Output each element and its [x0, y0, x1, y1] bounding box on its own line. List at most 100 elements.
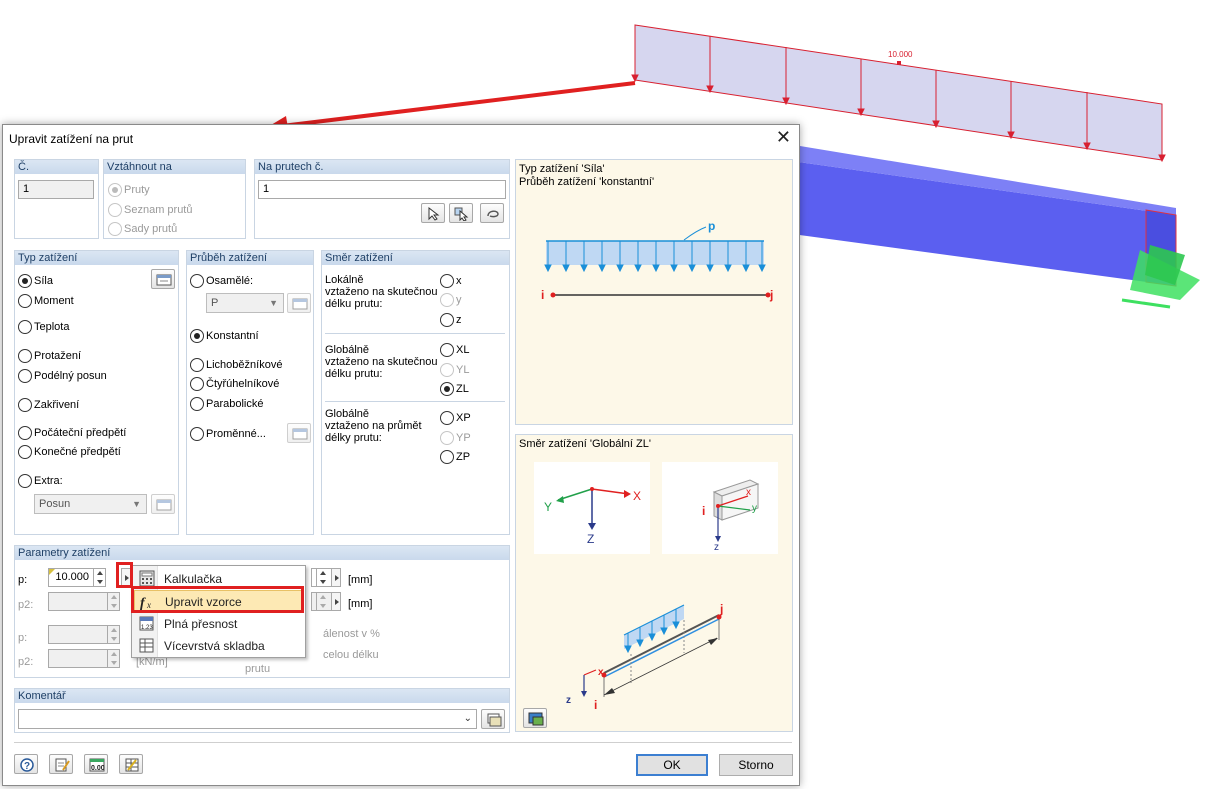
dir-proj-text-1: Globálně [325, 408, 370, 420]
calculator-icon [139, 570, 155, 587]
parameters-button[interactable] [119, 754, 143, 774]
group-number: Č. 1 [14, 159, 99, 239]
radio-lichobeznikove-label: Lichoběžníkové [206, 359, 283, 371]
number-field[interactable]: 1 [18, 180, 94, 199]
menu-item-full-precision[interactable]: 1.23 Plná přesnost [134, 613, 303, 634]
radio-dir-zp-label: ZP [456, 451, 471, 463]
radio-osamele-label: Osamělé: [206, 275, 254, 287]
load-type-info-button[interactable] [151, 269, 175, 289]
group-load-distribution: Průběh zatížení Osamělé: P ▼ Konstantní … [186, 250, 314, 535]
radio-konecne-predpeti[interactable] [18, 445, 32, 459]
radio-dir-yp[interactable] [440, 431, 454, 445]
radio-moment[interactable] [18, 294, 32, 308]
extra-edit-button[interactable] [151, 494, 175, 514]
pick-member-button[interactable] [421, 203, 445, 223]
radio-pruty[interactable] [108, 183, 122, 197]
screen-view-icon [528, 712, 544, 726]
help-button[interactable]: ? [14, 754, 38, 774]
radio-extra[interactable] [18, 474, 32, 488]
chevron-down-icon: ▼ [269, 298, 278, 308]
param-p2-input[interactable] [48, 592, 120, 611]
direction-load-diagram [581, 604, 722, 697]
dialog-edit-icon [156, 274, 172, 286]
menu-item-multilayer[interactable]: Vícevrstvá skladba [134, 635, 303, 656]
local-y-label: y [752, 503, 757, 514]
radio-parabolicke[interactable] [190, 397, 204, 411]
radio-podelny-posun[interactable] [18, 369, 32, 383]
radio-teplota-label: Teplota [34, 321, 70, 333]
extra-combo[interactable]: Posun ▼ [34, 494, 147, 514]
radio-dir-y[interactable] [440, 293, 454, 307]
ok-button[interactable]: OK [636, 754, 708, 776]
diagram-x-label: x [598, 667, 604, 678]
footer-separator [14, 742, 792, 743]
osamele-combo[interactable]: P ▼ [206, 293, 284, 313]
radio-dir-yl[interactable] [440, 363, 454, 377]
precision-icon: 1.23 [139, 616, 154, 631]
pick-multiple-button[interactable] [449, 203, 473, 223]
dir-local-text-2: vztaženo na skutečnou [325, 286, 438, 298]
radio-pocatecni-predpeti[interactable] [18, 426, 32, 440]
param-p-spinner[interactable] [93, 568, 105, 587]
osamele-edit-button[interactable] [287, 293, 311, 313]
param-p4-input[interactable] [48, 649, 120, 668]
members-list-input[interactable]: 1 [258, 180, 506, 199]
radio-promenne[interactable] [190, 427, 204, 441]
chevron-down-icon: ⌄ [463, 713, 472, 724]
radio-dir-xp[interactable] [440, 411, 454, 425]
edit-notes-button[interactable] [49, 754, 73, 774]
radio-ctyruhelnikove[interactable] [190, 377, 204, 391]
radio-konstantni[interactable] [190, 329, 204, 343]
comment-library-button[interactable] [481, 709, 505, 729]
preview-view-button[interactable] [523, 708, 547, 728]
dir-global-text-1: Globálně [325, 344, 370, 356]
preview-load-type-line2: Průběh zatížení 'konstantní' [519, 176, 655, 188]
radio-dir-zl[interactable] [440, 382, 454, 396]
layers-icon [139, 638, 154, 653]
group-parameters-header: Parametry zatížení [15, 546, 509, 560]
annotation-highlight-edit-formulas [131, 586, 304, 613]
radio-dir-xl[interactable] [440, 343, 454, 357]
units-button[interactable]: 0.00 [84, 754, 108, 774]
param-p2-right-arrow[interactable] [331, 592, 341, 611]
radio-osamele[interactable] [190, 274, 204, 288]
menu-item-multilayer-label: Vícevrstvá skladba [164, 639, 265, 653]
radio-sila[interactable] [18, 274, 32, 288]
radio-dir-y-label: y [456, 294, 462, 306]
radio-dir-z[interactable] [440, 313, 454, 327]
radio-protazeni[interactable] [18, 349, 32, 363]
radio-teplota[interactable] [18, 320, 32, 334]
radio-konecne-label: Konečné předpětí [34, 446, 121, 458]
param-p3-input[interactable] [48, 625, 120, 644]
promenne-edit-button[interactable] [287, 423, 311, 443]
global-axes-panel: X Y Z [534, 462, 650, 554]
svg-text:0.00: 0.00 [91, 765, 105, 772]
radio-dir-zp[interactable] [440, 450, 454, 464]
radio-dir-x[interactable] [440, 274, 454, 288]
preview-load-type: Typ zatížení 'Síla' Průběh zatížení 'kon… [515, 159, 793, 425]
radio-lichobeznikove[interactable] [190, 358, 204, 372]
radio-dir-yl-label: YL [456, 364, 470, 376]
comment-input[interactable]: ⌄ [18, 709, 477, 729]
group-load-type: Typ zatížení Síla Moment Teplota Protaže… [14, 250, 179, 535]
radio-seznam-prutu[interactable] [108, 203, 122, 217]
axis-z-label: Z [587, 532, 595, 546]
cancel-button[interactable]: Storno [719, 754, 793, 776]
param-p-right-arrow[interactable] [331, 568, 341, 587]
local-i-label: i [702, 504, 706, 518]
axis-y-label: Y [544, 500, 553, 514]
param-p-input[interactable]: 10.000 [48, 568, 106, 587]
extra-combo-value: Posun [39, 498, 71, 510]
diagram-z-label: z [566, 695, 571, 706]
radio-zakriveni[interactable] [18, 398, 32, 412]
table-parameters-icon [125, 758, 139, 772]
radio-moment-label: Moment [34, 295, 74, 307]
dir-local-text-3: délku prutu: [325, 298, 383, 310]
radio-dir-xp-label: XP [456, 412, 471, 424]
clear-selection-button[interactable] [480, 203, 504, 223]
radio-sady-prutu[interactable] [108, 222, 122, 236]
group-number-header: Č. [15, 160, 98, 174]
group-load-direction: Směr zatížení Lokálně vztaženo na skuteč… [321, 250, 510, 535]
close-icon[interactable]: ✕ [776, 128, 791, 146]
help-icon: ? [20, 758, 34, 772]
